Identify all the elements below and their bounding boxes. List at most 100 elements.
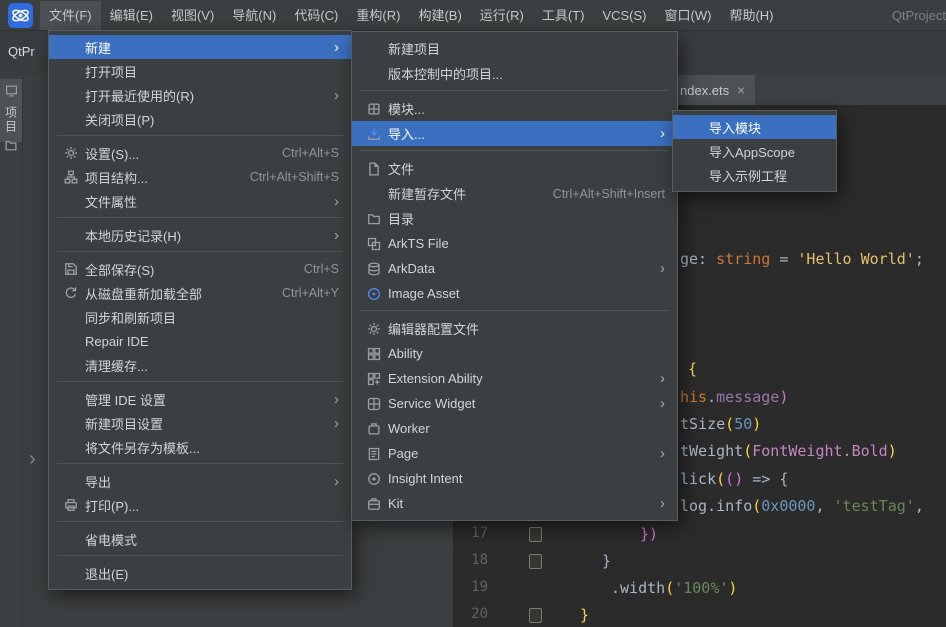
menu-separator — [49, 551, 351, 561]
menubar-item-1[interactable]: 编辑(E) — [101, 1, 162, 30]
new-submenu-item-4[interactable]: 导入... › — [352, 121, 677, 146]
menubar-item-8[interactable]: 工具(T) — [533, 1, 594, 30]
menu-separator — [352, 306, 677, 316]
file-menu-item-18[interactable]: 新建项目设置› — [49, 411, 351, 435]
new-submenu-item-10[interactable]: ArkData› — [352, 256, 677, 281]
menubar-item-10[interactable]: 窗口(W) — [656, 1, 721, 30]
file-menu-item-2[interactable]: 打开最近使用的(R)› — [49, 83, 351, 107]
submenu-arrow-icon: › — [334, 40, 339, 55]
refresh-icon — [61, 286, 81, 300]
new-submenu-item-3[interactable]: 模块... — [352, 96, 677, 121]
project-name-widget[interactable]: QtPr — [8, 44, 35, 59]
file-menu-item-6[interactable]: 项目结构...Ctrl+Alt+Shift+S — [49, 165, 351, 189]
menubar-item-3[interactable]: 导航(N) — [223, 1, 285, 30]
file-menu-item-9[interactable]: 本地历史记录(H) › — [49, 223, 351, 247]
menu-item-label: 清理缓存... — [85, 356, 148, 375]
new-submenu-item-15[interactable]: Extension Ability› — [352, 366, 677, 391]
menubar-item-9[interactable]: VCS(S) — [593, 1, 655, 30]
new-submenu-item-16[interactable]: Service Widget › — [352, 391, 677, 416]
menubar-item-5[interactable]: 重构(R) — [347, 1, 409, 30]
menu-item-label: 导入... — [388, 124, 425, 143]
menubar-item-11[interactable]: 帮助(H) — [720, 1, 782, 30]
menu-item-label: 导出 — [85, 472, 111, 491]
menu-item-label: 导入模块 — [709, 118, 761, 137]
file-menu-item-12[interactable]: 从磁盘重新加载全部Ctrl+Alt+Y — [49, 281, 351, 305]
file-menu-item-3[interactable]: 关闭项目(P) — [49, 107, 351, 131]
file-menu-item-19[interactable]: 将文件另存为模板... — [49, 435, 351, 459]
menu-item-label: 模块... — [388, 99, 425, 118]
close-tab-icon[interactable]: × — [737, 83, 745, 97]
submenu-arrow-icon: › — [334, 228, 339, 243]
file-menu-item-24[interactable]: 省电模式 — [49, 527, 351, 551]
file-menu-item-22[interactable]: 打印(P)... — [49, 493, 351, 517]
new-submenu-item-14[interactable]: Ability — [352, 341, 677, 366]
menu-item-label: 关闭项目(P) — [85, 110, 154, 129]
menu-separator — [352, 146, 677, 156]
file-menu-item-5[interactable]: 设置(S)... Ctrl+Alt+S — [49, 141, 351, 165]
menubar-item-6[interactable]: 构建(B) — [409, 1, 470, 30]
submenu-arrow-icon: › — [334, 474, 339, 489]
menu-item-label: Worker — [388, 421, 430, 436]
menubar-item-0[interactable]: 文件(F) — [40, 1, 101, 30]
shortcut-label: Ctrl+Alt+Y — [258, 286, 339, 300]
run-configuration-label[interactable]: QtProject — [892, 8, 946, 23]
menu-separator — [49, 377, 351, 387]
chevron-right-icon[interactable]: › — [29, 448, 36, 471]
tool-window-strip: 项目 — [0, 75, 23, 627]
menu-item-label: 将文件另存为模板... — [85, 438, 200, 457]
import-submenu-item-1[interactable]: 导入AppScope — [673, 139, 836, 163]
submenu-arrow-icon: › — [660, 396, 665, 411]
submenu-arrow-icon: › — [660, 126, 665, 141]
import-submenu-item-0[interactable]: 导入模块 — [673, 115, 836, 139]
shortcut-label: Ctrl+Alt+Shift+S — [226, 170, 339, 184]
menu-item-label: 导入示例工程 — [709, 166, 787, 185]
menubar-item-4[interactable]: 代码(C) — [285, 1, 347, 30]
menu-item-label: Page — [388, 446, 418, 461]
new-submenu-item-9[interactable]: ArkTS File — [352, 231, 677, 256]
new-submenu-item-7[interactable]: 新建暂存文件Ctrl+Alt+Shift+Insert — [352, 181, 677, 206]
menu-item-label: 同步和刷新项目 — [85, 308, 176, 327]
menu-item-label: Service Widget — [388, 396, 475, 411]
new-submenu-item-8[interactable]: 目录 — [352, 206, 677, 231]
new-submenu-item-19[interactable]: Insight Intent — [352, 466, 677, 491]
menu-separator — [49, 459, 351, 469]
ability-icon — [364, 347, 384, 361]
new-submenu-item-18[interactable]: Page› — [352, 441, 677, 466]
file-menu-item-17[interactable]: 管理 IDE 设置› — [49, 387, 351, 411]
app-logo-icon[interactable] — [8, 3, 33, 28]
menu-item-label: 目录 — [388, 209, 414, 228]
folder-tool-icon[interactable] — [4, 139, 18, 157]
file-menu-item-26[interactable]: 退出(E) — [49, 561, 351, 585]
project-tool-tab[interactable]: 项目 — [0, 79, 22, 142]
menu-item-label: 本地历史记录(H) — [85, 226, 181, 245]
file-menu-item-7[interactable]: 文件属性› — [49, 189, 351, 213]
file-menu-item-11[interactable]: 全部保存(S)Ctrl+S — [49, 257, 351, 281]
new-submenu-item-1[interactable]: 版本控制中的项目... — [352, 61, 677, 86]
file-menu-item-14[interactable]: Repair IDE — [49, 329, 351, 353]
project-tool-label: 项目 — [3, 106, 20, 134]
new-submenu-item-17[interactable]: Worker — [352, 416, 677, 441]
file-menu-item-15[interactable]: 清理缓存... — [49, 353, 351, 377]
new-submenu-item-11[interactable]: Image Asset — [352, 281, 677, 306]
menubar-item-7[interactable]: 运行(R) — [471, 1, 533, 30]
save-icon — [61, 262, 81, 276]
menu-item-label: 退出(E) — [85, 564, 128, 583]
new-submenu-item-13[interactable]: 编辑器配置文件 — [352, 316, 677, 341]
file-menu-popup: 新建›打开项目打开最近使用的(R)› 关闭项目(P) 设置(S)... Ctrl+Al… — [48, 30, 352, 590]
menu-item-label: 新建项目设置 — [85, 414, 163, 433]
import-submenu-item-2[interactable]: 导入示例工程 — [673, 163, 836, 187]
arkts-icon — [364, 237, 384, 251]
file-icon — [364, 162, 384, 176]
import-icon — [364, 127, 384, 141]
shortcut-label: Ctrl+Alt+S — [258, 146, 339, 160]
file-menu-item-13[interactable]: 同步和刷新项目 — [49, 305, 351, 329]
new-submenu-item-6[interactable]: 文件 — [352, 156, 677, 181]
file-menu-item-1[interactable]: 打开项目 — [49, 59, 351, 83]
menubar-item-2[interactable]: 视图(V) — [162, 1, 223, 30]
new-submenu-item-20[interactable]: Kit› — [352, 491, 677, 516]
menu-item-label: 设置(S)... — [85, 144, 139, 163]
file-menu-item-0[interactable]: 新建› — [49, 35, 351, 59]
menu-item-label: Image Asset — [388, 286, 460, 301]
new-submenu-item-0[interactable]: 新建项目 — [352, 36, 677, 61]
file-menu-item-21[interactable]: 导出 › — [49, 469, 351, 493]
